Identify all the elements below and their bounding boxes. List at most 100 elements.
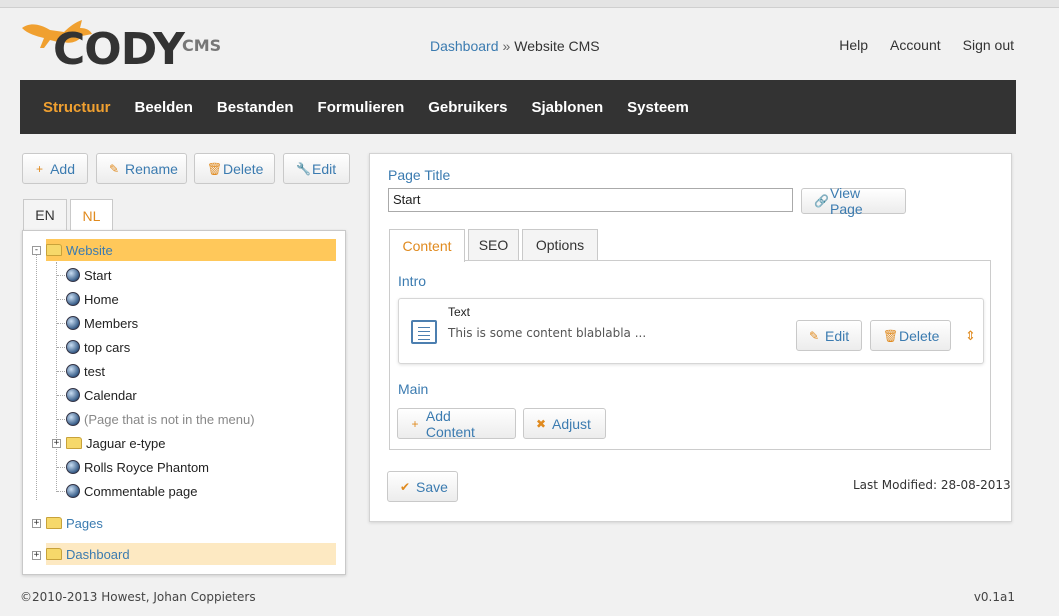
page-globe-icon	[66, 292, 80, 306]
breadcrumb: Dashboard» Website CMS	[430, 38, 600, 54]
tree-line	[36, 250, 37, 500]
copyright: ©2010-2013 Howest, Johan Coppieters	[20, 590, 256, 604]
plus-icon: +	[411, 416, 419, 431]
account-link[interactable]: Account	[890, 37, 941, 53]
collapse-icon[interactable]: -	[32, 246, 41, 255]
folder-icon	[46, 244, 62, 256]
tree-node-website[interactable]: Website	[46, 239, 336, 261]
tree-line	[57, 299, 65, 300]
add-button-label: Add	[50, 160, 75, 177]
trash-icon: 🗑	[207, 161, 223, 176]
save-label: Save	[416, 478, 448, 495]
pencil-icon: ✎	[109, 161, 120, 176]
tree-node-top-cars[interactable]: top cars	[66, 336, 130, 358]
browser-top-strip	[0, 0, 1059, 8]
cody-logo: CODY CMS	[20, 14, 230, 76]
nav-item-structuur[interactable]: Structuur	[43, 99, 111, 116]
tab-lang-en[interactable]: EN	[23, 199, 67, 230]
top-links: Help Account Sign out	[839, 37, 1014, 53]
rename-button[interactable]: ✎ Rename	[96, 153, 187, 184]
expand-icon[interactable]: +	[32, 551, 41, 560]
tree-node-rolls-royce[interactable]: Rolls Royce Phantom	[66, 456, 209, 478]
tree-node-commentable[interactable]: Commentable page	[66, 480, 197, 502]
tree-line	[57, 347, 65, 348]
tree-node-pages[interactable]: Pages	[46, 512, 103, 534]
adjust-button[interactable]: ✖ Adjust	[523, 408, 606, 439]
edit-button[interactable]: 🔧 Edit	[283, 153, 350, 184]
folder-icon	[46, 548, 62, 560]
tree-node-label: Start	[84, 267, 112, 283]
tab-seo[interactable]: SEO	[468, 229, 519, 260]
tree-node-label: Jaguar e-type	[86, 435, 166, 451]
tree-node-label: Dashboard	[66, 546, 130, 562]
nav-item-beelden[interactable]: Beelden	[135, 99, 193, 116]
main-section-label: Main	[398, 381, 429, 397]
tree-node-jaguar[interactable]: Jaguar e-type	[66, 432, 166, 454]
folder-icon	[46, 517, 62, 529]
tree-node-label: Website	[66, 242, 113, 258]
save-button[interactable]: ✔ Save	[387, 471, 458, 502]
view-page-label: View Page	[830, 185, 863, 217]
tree-node-label: Calendar	[84, 387, 137, 403]
add-content-button[interactable]: + Add Content	[397, 408, 516, 440]
tree-node-label: Home	[84, 291, 119, 307]
expand-icon[interactable]: +	[32, 519, 41, 528]
block-edit-label: Edit	[825, 327, 850, 344]
tree-node-label: Members	[84, 315, 139, 331]
view-page-button[interactable]: 🔗 View Page	[801, 185, 906, 217]
nav-item-bestanden[interactable]: Bestanden	[217, 99, 294, 116]
help-link[interactable]: Help	[839, 37, 868, 53]
tab-lang-nl[interactable]: NL	[70, 199, 113, 232]
last-modified: Last Modified: 28-08-2013	[853, 478, 1011, 492]
breadcrumb-current: Website CMS	[514, 38, 600, 54]
tab-options[interactable]: Options	[522, 229, 598, 260]
tree-node-test[interactable]: test	[66, 360, 105, 382]
pencil-icon: ✎	[809, 328, 820, 343]
tree-line	[56, 262, 57, 492]
link-icon: 🔗	[814, 194, 829, 208]
page-globe-icon	[66, 484, 80, 498]
tree-line	[57, 467, 65, 468]
nav-item-formulieren[interactable]: Formulieren	[318, 99, 405, 116]
expand-icon[interactable]: +	[52, 439, 61, 448]
content-block-preview: This is some content blablabla ...	[448, 326, 647, 340]
edit-button-label: Edit	[312, 160, 337, 177]
drag-handle-icon[interactable]: ⇕	[965, 328, 976, 344]
tree-node-hidden-page[interactable]: (Page that is not in the menu)	[66, 408, 255, 430]
tree-line	[57, 323, 65, 324]
tree-node-label: test	[84, 363, 105, 379]
nav-item-gebruikers[interactable]: Gebruikers	[428, 99, 507, 116]
tree-node-calendar[interactable]: Calendar	[66, 384, 137, 406]
tree-node-label: Commentable page	[84, 483, 198, 499]
block-edit-button[interactable]: ✎ Edit	[796, 320, 862, 351]
breadcrumb-dashboard-link[interactable]: Dashboard	[430, 38, 499, 54]
block-delete-button[interactable]: 🗑 Delete	[870, 320, 951, 351]
tree-node-home[interactable]: Home	[66, 288, 119, 310]
nav-item-sjablonen[interactable]: Sjablonen	[531, 99, 603, 116]
tree-line	[57, 371, 65, 372]
tree-node-label: Rolls Royce Phantom	[84, 459, 209, 475]
page-title-label: Page Title	[388, 167, 451, 183]
tree-node-label: top cars	[84, 339, 131, 355]
tree-node-members[interactable]: Members	[66, 312, 138, 334]
tab-content[interactable]: Content	[389, 229, 465, 262]
nav-item-systeem[interactable]: Systeem	[627, 99, 689, 116]
tree-line	[57, 395, 65, 396]
intro-section-label: Intro	[398, 273, 427, 289]
main-nav: Structuur Beelden Bestanden Formulieren …	[20, 80, 1016, 134]
tree-line	[57, 491, 65, 492]
trash-icon: 🗑	[883, 328, 899, 343]
add-button[interactable]: + Add	[22, 153, 88, 184]
tree-node-start[interactable]: Start	[66, 264, 111, 286]
delete-button[interactable]: 🗑 Delete	[194, 153, 275, 184]
wrench-icon: 🔧	[296, 161, 311, 176]
block-delete-label: Delete	[899, 327, 940, 344]
sign-out-link[interactable]: Sign out	[963, 37, 1014, 53]
logo-suffix: CMS	[182, 36, 222, 55]
folder-icon	[66, 437, 82, 449]
page-title-input[interactable]: Start	[388, 188, 793, 212]
tree-line	[57, 419, 65, 420]
tree-node-dashboard[interactable]: Dashboard	[46, 543, 336, 565]
tree-line	[57, 275, 65, 276]
adjust-label: Adjust	[552, 415, 591, 432]
